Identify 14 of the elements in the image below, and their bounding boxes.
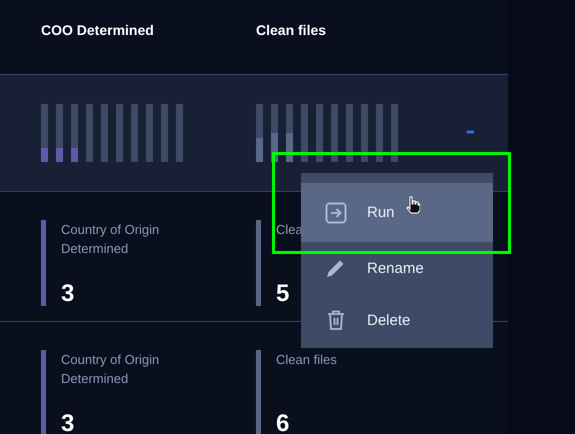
menu-item[interactable]: Rename — [301, 242, 493, 294]
stat-label: Country of Origin Determined — [61, 221, 160, 258]
stat-value: 3 — [61, 282, 76, 306]
stat-label: Clean files — [276, 351, 338, 369]
enter-icon — [325, 202, 347, 224]
stat-label: Country of Origin Determined — [61, 351, 160, 388]
menu-item[interactable]: Run — [301, 183, 493, 242]
column-header: COO Determined — [41, 22, 155, 38]
hand-cursor-icon — [406, 196, 420, 214]
stat-value: 6 — [276, 412, 290, 434]
column-header: Clean files — [256, 22, 328, 38]
stat-value: 3 — [61, 412, 76, 434]
stat-value: 5 — [276, 282, 290, 306]
trash-icon — [325, 309, 347, 331]
